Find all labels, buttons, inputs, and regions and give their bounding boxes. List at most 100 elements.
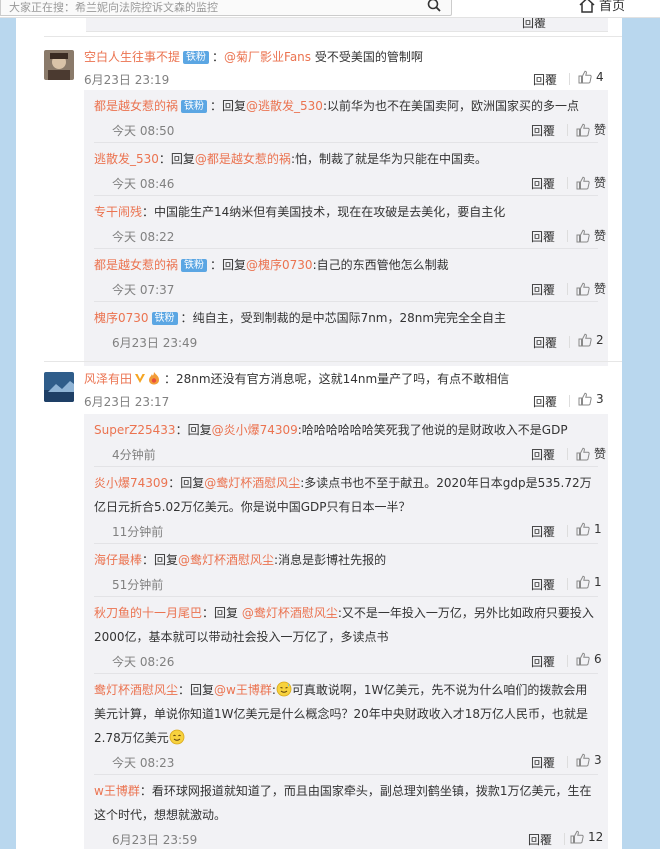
reply-text: :以前华为也不在美国卖阿，欧洲国家买的多一点 bbox=[322, 99, 579, 113]
mention-link[interactable]: @槐序0730 bbox=[246, 258, 313, 272]
reply-author[interactable]: 专干闹残 bbox=[94, 205, 142, 219]
action-divider bbox=[564, 833, 565, 845]
author-name[interactable]: 风泽有田 bbox=[84, 372, 132, 386]
search-input[interactable]: 大家正在搜：希兰妮向法院控诉文森的监控 bbox=[0, 0, 452, 16]
like-button[interactable]: 3 bbox=[578, 392, 604, 406]
reply-author[interactable]: 都是越女惹的祸 bbox=[94, 99, 178, 113]
reply-time: 今天 08:23 bbox=[112, 756, 175, 770]
reply-author[interactable]: 都是越女惹的祸 bbox=[94, 258, 178, 272]
reply-author[interactable]: 鸯灯杯酒慰风尘 bbox=[94, 683, 178, 697]
fan-badge[interactable]: 铁粉 bbox=[183, 51, 210, 64]
reply-button[interactable]: 回覆 bbox=[531, 653, 555, 670]
reply-button[interactable]: 回覆 bbox=[531, 281, 555, 298]
reply-button[interactable]: 回覆 bbox=[531, 446, 555, 463]
reply-item: 秋刀鱼的十一月尾巴：回复 @鸯灯杯酒慰风尘:又不是一年投入一万亿，另外比如政府只… bbox=[94, 601, 594, 649]
reply-author[interactable]: 逃散发_530 bbox=[94, 152, 159, 166]
avatar[interactable] bbox=[44, 50, 74, 80]
like-button[interactable]: 赞 bbox=[576, 280, 606, 297]
like-count: 3 bbox=[596, 392, 604, 406]
action-divider bbox=[567, 124, 568, 136]
reply-item: SuperZ25433：回复@炎小爆74309:哈哈哈哈哈哈笑死我了他说的是财政… bbox=[94, 418, 594, 442]
mention-link[interactable]: @鸯灯杯酒慰风尘 bbox=[204, 476, 300, 490]
reply-author[interactable]: w王博群 bbox=[94, 784, 140, 798]
fan-badge[interactable]: 铁粉 bbox=[181, 259, 208, 272]
left-background bbox=[0, 18, 16, 849]
reply-item: 槐序0730 铁粉 ：纯自主，受到制裁的是中芯国际7nm，28nm完完全全自主 bbox=[94, 306, 594, 330]
reply-button[interactable]: 回覆 bbox=[522, 18, 546, 31]
like-count: 赞 bbox=[594, 229, 607, 243]
reply-author[interactable]: 炎小爆74309 bbox=[94, 476, 168, 490]
mention-link[interactable]: @菊厂影业Fans bbox=[224, 50, 311, 64]
reply-button[interactable]: 回覆 bbox=[531, 122, 555, 139]
thumb-up-icon bbox=[576, 575, 590, 589]
thumb-up-icon bbox=[576, 652, 590, 666]
sweat-smile-emoji-icon bbox=[276, 681, 292, 697]
comment-time: 6月23日 23:19 bbox=[84, 73, 170, 87]
fan-badge[interactable]: 铁粉 bbox=[181, 100, 208, 113]
reply-item: 专干闹残：中国能生产14纳米但有美国技术，现在在攻破是去美化，要自主化 bbox=[94, 200, 594, 224]
like-button[interactable]: 6 bbox=[576, 652, 602, 666]
thumb-up-icon bbox=[576, 229, 590, 242]
reply-author[interactable]: SuperZ25433 bbox=[94, 423, 176, 437]
reply-author[interactable]: 秋刀鱼的十一月尾巴 bbox=[94, 606, 202, 620]
mention-link[interactable]: @鸯灯杯酒慰风尘 bbox=[178, 553, 274, 567]
like-button[interactable]: 2 bbox=[578, 333, 604, 347]
like-count: 赞 bbox=[594, 447, 607, 461]
like-count: 赞 bbox=[594, 176, 607, 190]
reply-prefix: ：回复 bbox=[142, 553, 179, 567]
avatar[interactable] bbox=[44, 372, 74, 402]
reply-button[interactable]: 回覆 bbox=[531, 175, 555, 192]
thread-divider bbox=[44, 361, 622, 362]
comment-body: 风泽有田 ：28nm还没有官方消息呢，这就14nm量产了吗，有点不敢相信 bbox=[84, 370, 509, 387]
reply-button[interactable]: 回覆 bbox=[528, 831, 552, 848]
like-count: 赞 bbox=[594, 123, 607, 137]
reply-author[interactable]: 海仔最棒 bbox=[94, 553, 142, 567]
mention-link[interactable]: @炎小爆74309 bbox=[212, 423, 298, 437]
fan-badge[interactable]: 铁粉 bbox=[151, 312, 178, 325]
reply-button[interactable]: 回覆 bbox=[533, 393, 557, 410]
like-count: 2 bbox=[596, 333, 604, 347]
like-count: 3 bbox=[594, 753, 602, 767]
reply-item: 都是越女惹的祸 铁粉 ：回复@槐序0730:自己的东西管他怎么制裁 bbox=[94, 253, 594, 277]
verified-v-icon bbox=[135, 374, 146, 383]
like-button[interactable]: 3 bbox=[576, 753, 602, 767]
like-button[interactable]: 4 bbox=[578, 70, 604, 84]
reply-prefix: ：回复 bbox=[175, 423, 212, 437]
reply-prefix: ：回复 bbox=[210, 99, 247, 113]
reply-button[interactable]: 回覆 bbox=[531, 576, 555, 593]
author-name[interactable]: 空白人生往事不提 bbox=[84, 50, 180, 64]
like-button[interactable]: 赞 bbox=[576, 174, 606, 191]
comment-body: 空白人生往事不提 铁粉 ：@菊厂影业Fans 受不受美国的管制啊 bbox=[84, 48, 423, 65]
reply-time: 今天 08:26 bbox=[112, 655, 175, 669]
reply-button[interactable]: 回覆 bbox=[533, 334, 557, 351]
search-icon[interactable] bbox=[427, 0, 441, 12]
reply-author[interactable]: 槐序0730 bbox=[94, 311, 149, 325]
reply-button[interactable]: 回覆 bbox=[531, 523, 555, 540]
reply-button[interactable]: 回覆 bbox=[533, 71, 557, 88]
home-link[interactable]: 首页 bbox=[578, 0, 625, 14]
like-button[interactable]: 赞 bbox=[576, 227, 606, 244]
reply-text: :怕，制裁了就是华为只能在中国卖。 bbox=[290, 152, 487, 166]
like-button[interactable]: 1 bbox=[576, 575, 602, 589]
mention-link[interactable]: @都是越女惹的祸 bbox=[195, 152, 291, 166]
reply-time: 6月23日 23:59 bbox=[112, 833, 198, 847]
reply-text: :哈哈哈哈哈哈笑死我了他说的是财政收入不是GDP bbox=[297, 423, 568, 437]
search-placeholder: 大家正在搜：希兰妮向法院控诉文森的监控 bbox=[9, 1, 218, 14]
reply-prefix: ： bbox=[142, 205, 155, 219]
like-count: 1 bbox=[594, 522, 602, 536]
home-label: 首页 bbox=[599, 0, 626, 14]
like-button[interactable]: 赞 bbox=[576, 445, 606, 462]
mention-link[interactable]: @w王博群 bbox=[214, 683, 272, 697]
like-button[interactable]: 赞 bbox=[576, 121, 606, 138]
reply-item: 炎小爆74309：回复@鸯灯杯酒慰风尘:多读点书也不至于献丑。2020年日本gd… bbox=[94, 471, 594, 519]
like-count: 1 bbox=[594, 575, 602, 589]
like-button[interactable]: 12 bbox=[570, 830, 603, 844]
reply-button[interactable]: 回覆 bbox=[531, 754, 555, 771]
like-button[interactable]: 1 bbox=[576, 522, 602, 536]
comment-text: ：28nm还没有官方消息呢，这就14nm量产了吗，有点不敢相信 bbox=[164, 372, 510, 386]
reply-time: 4分钟前 bbox=[112, 448, 156, 462]
mention-link[interactable]: @鸯灯杯酒慰风尘 bbox=[242, 606, 338, 620]
mention-link[interactable]: @逃散发_530 bbox=[246, 99, 323, 113]
reply-button[interactable]: 回覆 bbox=[531, 228, 555, 245]
reply-time: 今天 08:46 bbox=[112, 177, 175, 191]
